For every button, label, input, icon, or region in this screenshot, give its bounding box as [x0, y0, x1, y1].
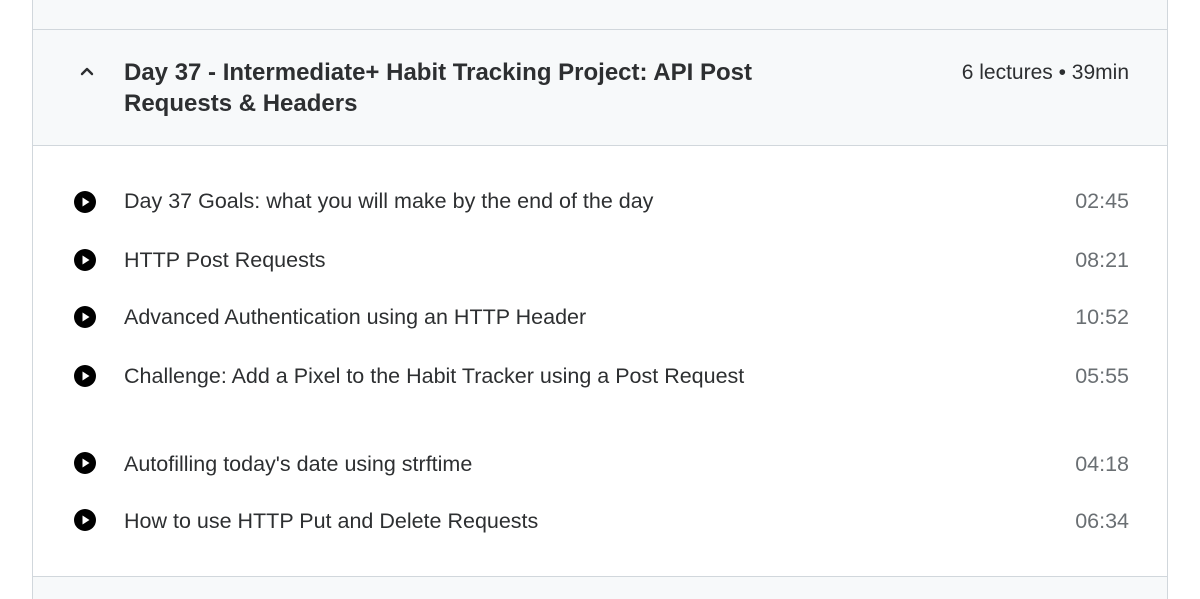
lecture-title[interactable]: Challenge: Add a Pixel to the Habit Trac…	[124, 361, 764, 392]
lecture-duration: 08:21	[1075, 248, 1129, 272]
lecture-duration: 04:18	[1075, 452, 1129, 476]
lecture-duration: 05:55	[1075, 364, 1129, 388]
lecture-duration: 06:34	[1075, 509, 1129, 533]
chevron-up-icon[interactable]	[79, 63, 95, 79]
lecture-title[interactable]: Autofilling today's date using strftime	[124, 449, 764, 480]
lecture-title[interactable]: Advanced Authentication using an HTTP He…	[124, 302, 764, 333]
play-circle-icon	[74, 452, 96, 474]
previous-section-header[interactable]	[33, 0, 1167, 30]
play-circle-icon	[74, 249, 96, 271]
section-title[interactable]: Day 37 - Intermediate+ Habit Tracking Pr…	[124, 57, 844, 119]
lecture-title[interactable]: HTTP Post Requests	[124, 245, 764, 276]
play-circle-icon	[74, 365, 96, 387]
next-section-header[interactable]	[33, 576, 1167, 599]
play-circle-icon	[74, 191, 96, 213]
curriculum-panel: Day 37 - Intermediate+ Habit Tracking Pr…	[32, 0, 1168, 599]
section-meta: 6 lectures • 39min	[961, 61, 1129, 84]
play-circle-icon	[74, 509, 96, 531]
lecture-duration: 02:45	[1075, 189, 1129, 213]
lecture-title[interactable]: How to use HTTP Put and Delete Requests	[124, 506, 764, 537]
lecture-title[interactable]: Day 37 Goals: what you will make by the …	[124, 186, 764, 217]
play-circle-icon	[74, 306, 96, 328]
section-header[interactable]: Day 37 - Intermediate+ Habit Tracking Pr…	[33, 30, 1167, 146]
lecture-duration: 10:52	[1075, 305, 1129, 329]
